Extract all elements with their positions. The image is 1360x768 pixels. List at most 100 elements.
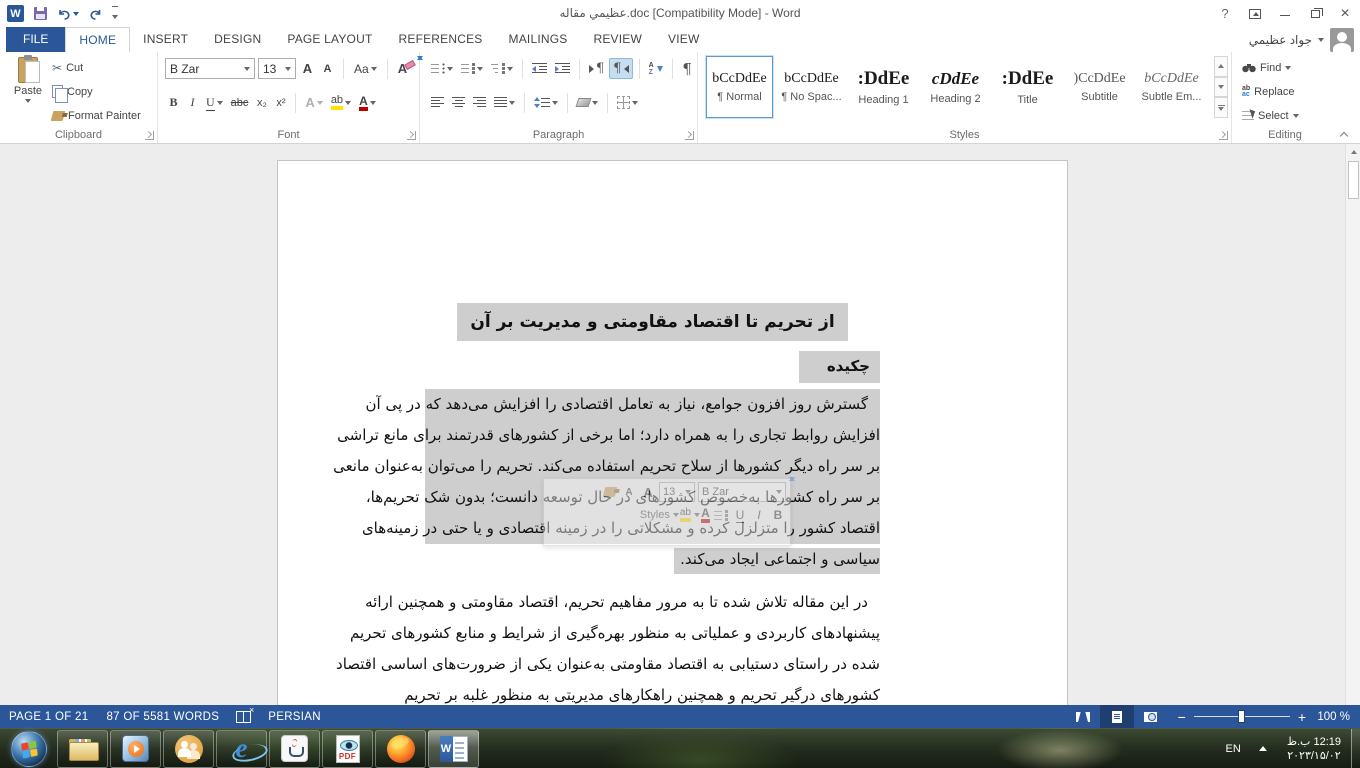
bold-button[interactable]: B (165, 92, 182, 113)
abstract-heading-text[interactable]: چکیده (799, 351, 880, 383)
mini-list-button[interactable] (713, 505, 729, 525)
vertical-scrollbar[interactable] (1345, 144, 1360, 705)
font-color-button[interactable]: A (356, 92, 379, 113)
paste-dropdown-arrow[interactable] (25, 99, 31, 103)
mini-italic-button[interactable]: I (751, 505, 767, 525)
style-title[interactable]: :DdEe Title (994, 56, 1061, 118)
body-line[interactable]: شده در راستای دستیابی به اقتصاد مقاومتی … (425, 649, 880, 680)
mini-toolbar[interactable]: B Zar 13 A A B I U A ab Styles (543, 478, 791, 546)
find-button[interactable]: Find (1242, 57, 1299, 78)
taskbar-file-explorer[interactable] (57, 730, 108, 768)
web-layout-button[interactable] (1134, 705, 1168, 728)
tab-review[interactable]: REVIEW (580, 27, 655, 52)
save-button[interactable] (34, 7, 47, 20)
copy-button[interactable]: Copy (52, 81, 141, 102)
language-input-indicator[interactable]: EN (1218, 743, 1249, 755)
restore-button[interactable] (1300, 0, 1330, 27)
redo-button[interactable] (89, 8, 102, 20)
abstract-line[interactable]: سیاسی و اجتماعی ایجاد می‌کند. (425, 544, 880, 575)
abstract-line[interactable]: افزایش روابط تجاری را به همراه دارد؛ اما… (425, 420, 880, 451)
find-dropdown-arrow[interactable] (1285, 66, 1291, 70)
style-normal[interactable]: bCcDdEe ¶ Normal (706, 56, 773, 118)
proofing-status-icon[interactable] (236, 711, 251, 723)
style-heading2[interactable]: cDdEe Heading 2 (922, 56, 989, 118)
mini-font-color-button[interactable]: A (694, 505, 710, 525)
tab-file[interactable]: FILE (6, 27, 65, 52)
strikethrough-button[interactable]: abc (228, 92, 252, 113)
help-button[interactable]: ? (1210, 0, 1240, 27)
replace-button[interactable]: abacReplace (1242, 81, 1299, 102)
tab-page-layout[interactable]: PAGE LAYOUT (274, 27, 385, 52)
body-line[interactable]: کشورهای درگیر تحریم و همچنین راهکارهای م… (425, 680, 880, 705)
shading-button[interactable] (574, 92, 601, 113)
mini-bold-button[interactable]: B (770, 505, 786, 525)
zoom-slider[interactable] (1194, 716, 1290, 717)
font-size-combo[interactable]: 13 (258, 58, 296, 79)
show-hidden-icons-button[interactable] (1259, 746, 1267, 751)
font-dialog-launcher[interactable] (407, 131, 416, 140)
zoom-slider-thumb[interactable] (1238, 710, 1245, 723)
undo-dropdown-arrow[interactable] (73, 12, 79, 16)
account-chip[interactable]: جواد عظيمي (1249, 27, 1354, 52)
paragraph-dialog-launcher[interactable] (685, 131, 694, 140)
show-hide-marks-button[interactable]: ¶ (679, 58, 696, 79)
customize-qat-button[interactable] (112, 6, 118, 22)
read-mode-button[interactable] (1066, 705, 1100, 728)
bullets-button[interactable] (428, 58, 456, 79)
select-dropdown-arrow[interactable] (1293, 114, 1299, 118)
abstract-heading-line[interactable]: چکیده (425, 351, 880, 383)
style-no-spacing[interactable]: bCcDdEe ¶ No Spac... (778, 56, 845, 118)
tab-view[interactable]: VIEW (655, 27, 712, 52)
align-center-button[interactable] (449, 92, 468, 113)
multilevel-list-button[interactable] (488, 58, 516, 79)
style-subtle-emphasis[interactable]: bCcDdEe Subtle Em... (1138, 56, 1205, 118)
text-effects-button[interactable]: A (302, 92, 325, 113)
borders-button[interactable] (614, 92, 641, 113)
superscript-button[interactable]: x² (272, 92, 289, 113)
format-painter-button[interactable]: Format Painter (52, 105, 141, 126)
zoom-out-button[interactable]: − (1178, 712, 1186, 722)
document-title-line[interactable]: از تحریم تا اقتصاد مقاومتی و مدیریت بر آ… (425, 303, 880, 341)
abstract-line[interactable]: گسترش روز افزون جوامع، نیاز به تعامل اقت… (425, 389, 880, 420)
tab-mailings[interactable]: MAILINGS (496, 27, 581, 52)
change-case-button[interactable]: Aa (351, 58, 380, 79)
body-line[interactable]: پیشنهادهای کاربردی و عملیاتی به منظور به… (425, 618, 880, 649)
styles-gallery-more-button[interactable] (1214, 97, 1228, 118)
taskbar-contacts[interactable] (163, 730, 214, 768)
language-indicator[interactable]: PERSIAN (259, 711, 330, 723)
mini-grow-font-button[interactable]: A (640, 482, 656, 502)
shrink-font-button[interactable]: A (319, 58, 336, 79)
zoom-percentage[interactable]: 100 % (1316, 711, 1360, 723)
underline-dropdown-arrow[interactable] (217, 101, 223, 105)
mini-styles-button[interactable]: Styles (640, 505, 670, 525)
numbering-button[interactable] (458, 58, 486, 79)
tab-home[interactable]: HOME (65, 27, 130, 52)
taskbar-firefox[interactable] (375, 730, 426, 768)
styles-scroll-up-button[interactable] (1214, 56, 1228, 77)
grow-font-button[interactable]: A (299, 58, 316, 79)
rtl-direction-button[interactable]: ¶ (609, 58, 632, 79)
mini-font-size-combo[interactable]: 13 (659, 482, 695, 502)
cut-button[interactable]: ✂Cut (52, 57, 141, 78)
document-canvas[interactable]: از تحریم تا اقتصاد مقاومتی و مدیریت بر آ… (0, 144, 1360, 705)
page-indicator[interactable]: PAGE 1 OF 21 (0, 711, 97, 723)
taskbar-word[interactable]: W (428, 730, 479, 768)
select-button[interactable]: Select (1242, 105, 1299, 126)
scrollbar-thumb[interactable] (1348, 161, 1359, 199)
mini-format-painter-button[interactable] (602, 482, 618, 502)
taskbar-media-player[interactable] (110, 730, 161, 768)
mini-underline-button[interactable]: U (732, 505, 748, 525)
collapse-ribbon-button[interactable] (1340, 131, 1348, 139)
ribbon-display-options-button[interactable] (1240, 0, 1270, 27)
underline-button[interactable]: U (203, 92, 226, 113)
undo-button[interactable] (57, 8, 79, 20)
body-line[interactable]: در این مقاله تلاش شده تا به مرور مفاهیم … (425, 587, 880, 618)
print-layout-button[interactable] (1100, 705, 1134, 728)
body-paragraph[interactable]: در این مقاله تلاش شده تا به مرور مفاهیم … (425, 587, 880, 705)
align-left-button[interactable] (428, 92, 447, 113)
sort-button[interactable]: AZ (646, 58, 666, 79)
taskbar-pdf-viewer[interactable] (322, 730, 373, 768)
line-spacing-button[interactable] (531, 92, 561, 113)
clear-formatting-button[interactable]: A (395, 58, 418, 79)
justify-button[interactable] (491, 92, 518, 113)
